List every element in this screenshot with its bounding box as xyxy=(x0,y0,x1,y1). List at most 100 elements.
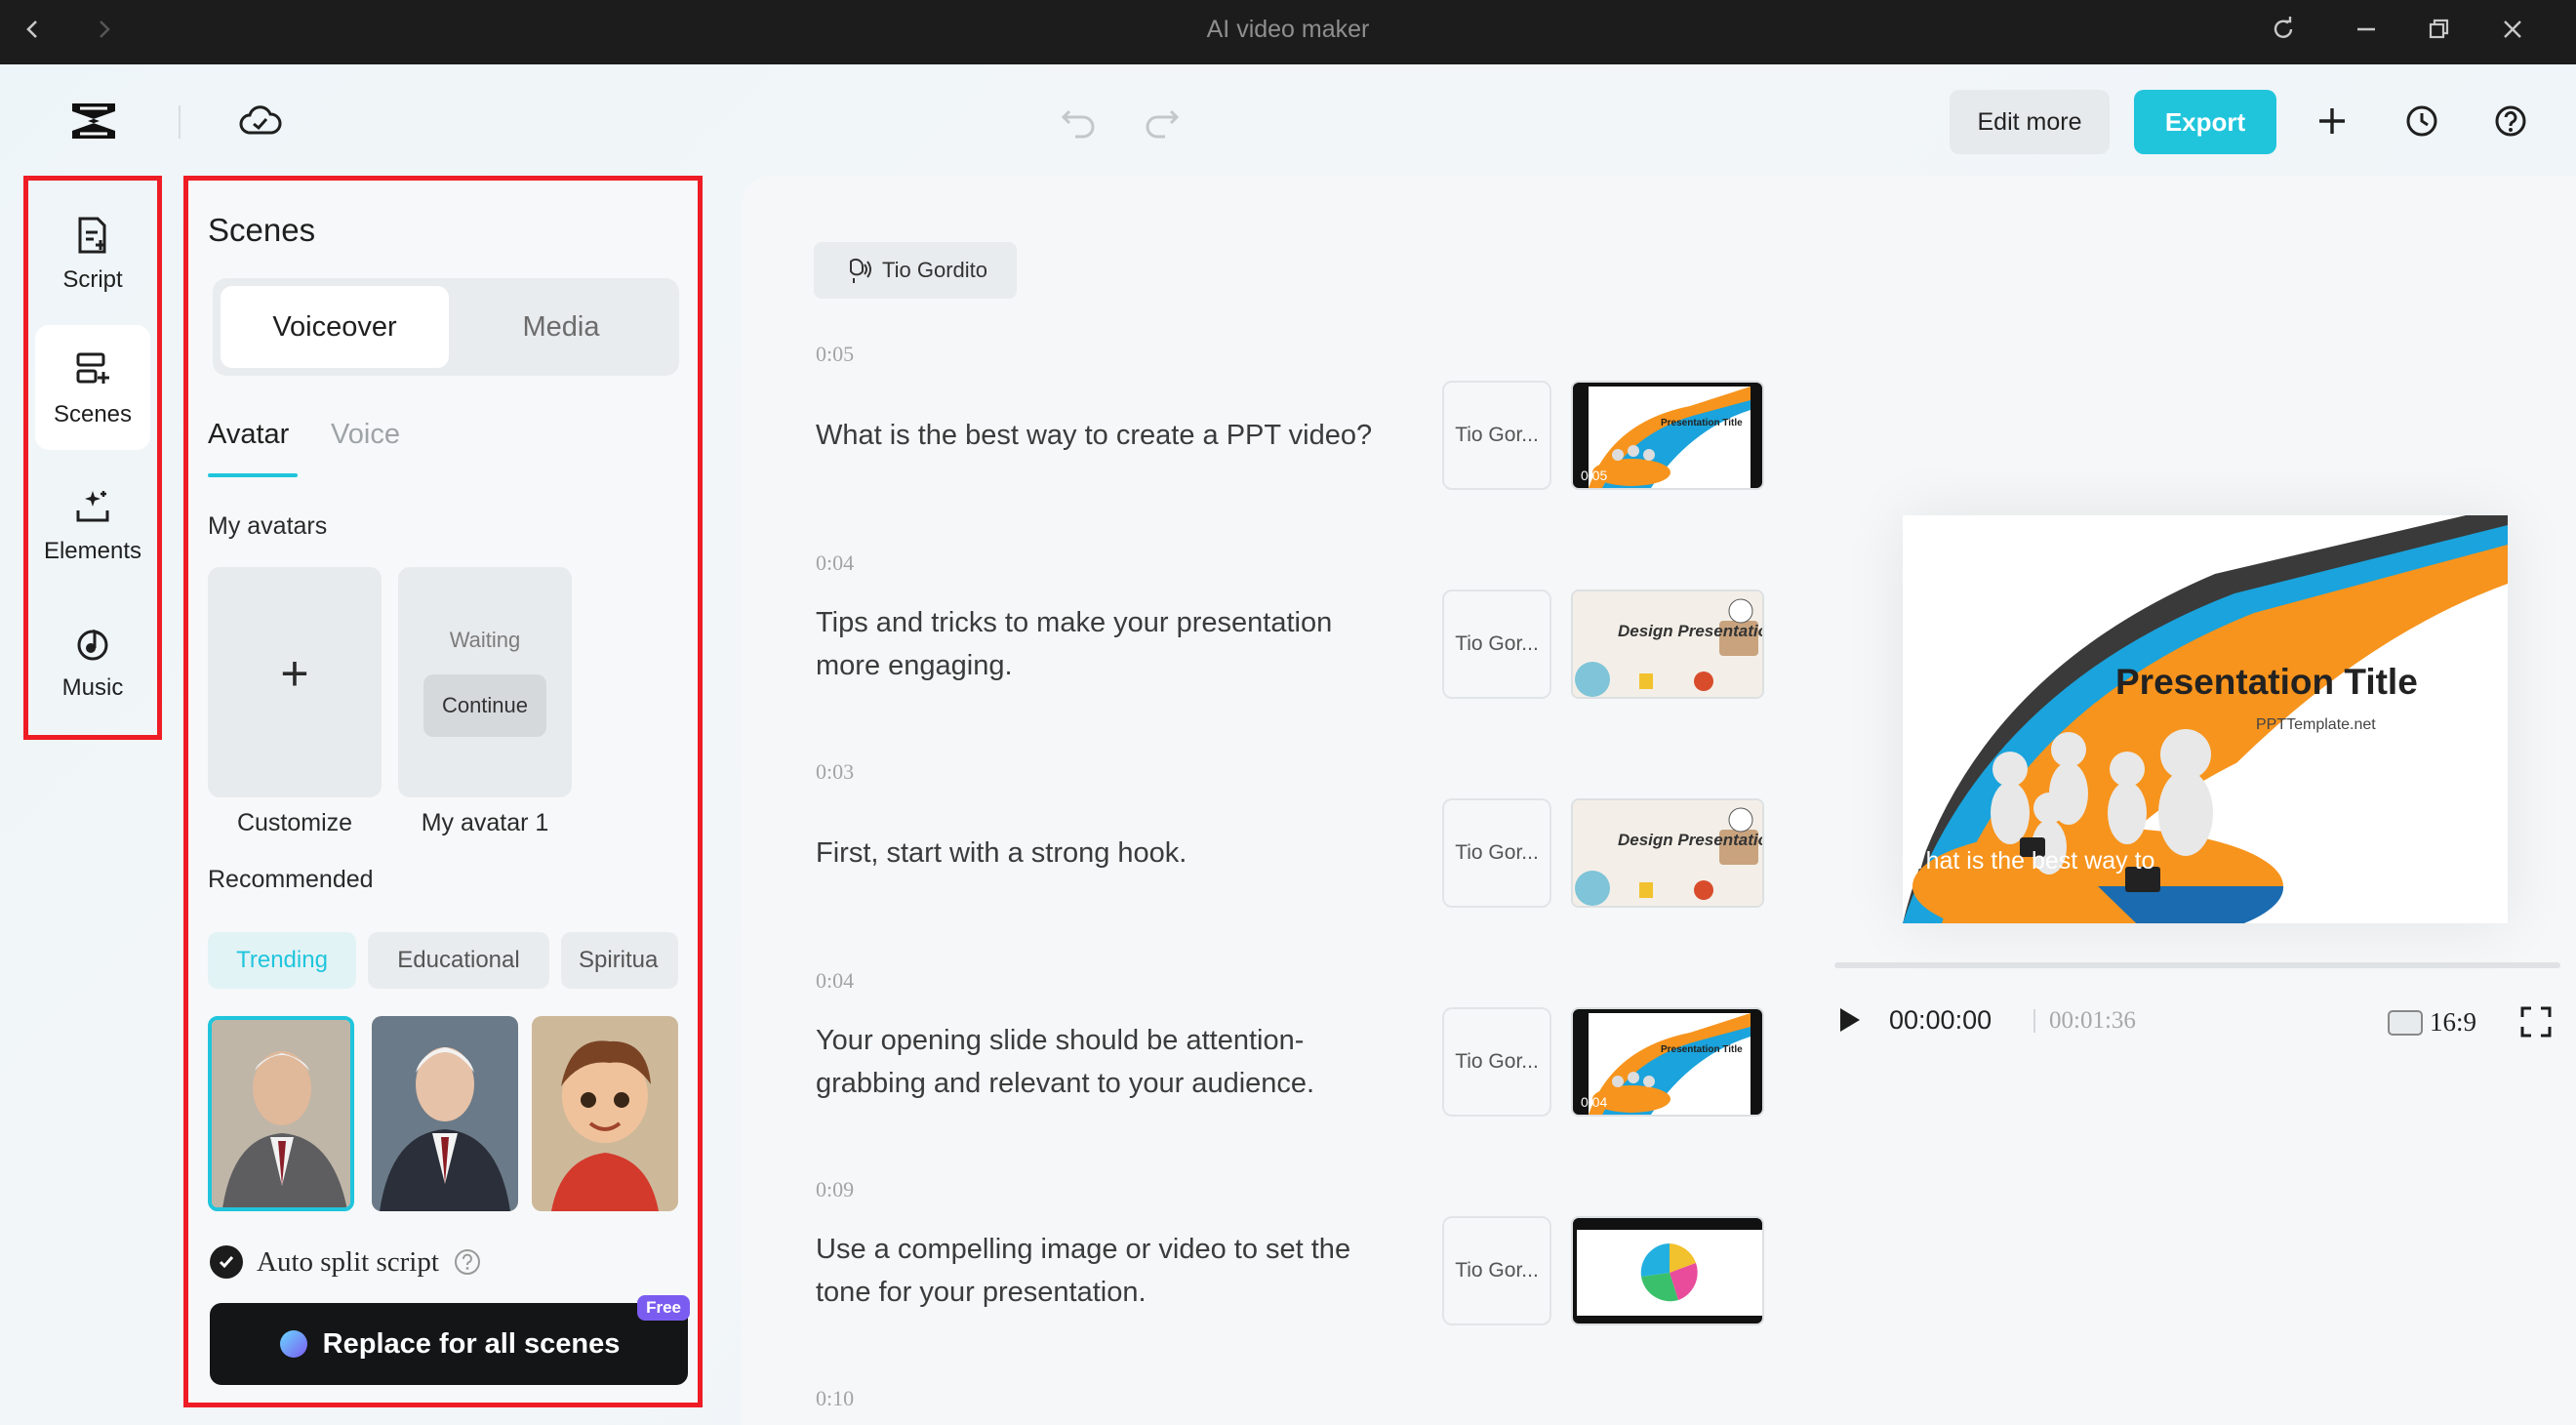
rail-item-music[interactable]: Music xyxy=(35,598,150,723)
replace-for-all-scenes-button[interactable]: Replace for all scenes Free xyxy=(210,1295,690,1385)
scene-duration: 0:09 xyxy=(816,1177,855,1201)
total-duration: 00:01:36 xyxy=(2049,1007,2136,1034)
add-icon[interactable] xyxy=(2311,100,2354,142)
window-titlebar: AI video maker xyxy=(0,0,2576,64)
slide-title-text: Presentation Title xyxy=(1661,1044,1743,1055)
slide-design-text: Design Presentations xyxy=(1618,831,1764,849)
left-rail-nav: Script Scenes Elements Music xyxy=(23,176,162,740)
capcut-logo-icon[interactable] xyxy=(64,92,123,150)
play-icon[interactable] xyxy=(1834,1005,1864,1039)
avatar-thumb-cartoon-boy[interactable] xyxy=(532,1016,678,1211)
chip-spiritual[interactable]: Spiritua xyxy=(561,932,678,989)
rail-item-script[interactable]: Script xyxy=(35,190,150,315)
chip-educational[interactable]: Educational xyxy=(368,932,549,989)
export-button[interactable]: Export xyxy=(2134,90,2276,154)
scene-thumbnail[interactable]: Presentation Title 0:04 xyxy=(1571,1007,1764,1117)
plus-icon: + xyxy=(280,646,309,701)
slide-time-text: 0:05 xyxy=(1581,468,1607,483)
preview-slide-title: Presentation Title xyxy=(2115,662,2418,702)
customize-label: Customize xyxy=(236,809,353,836)
history-icon[interactable] xyxy=(2400,100,2443,142)
auto-split-label: Auto split script xyxy=(257,1245,439,1278)
toolbar-divider xyxy=(179,105,181,139)
checkbox-checked-icon[interactable] xyxy=(210,1245,243,1279)
undo-icon[interactable] xyxy=(1058,98,1101,141)
scene-script-text[interactable]: Your opening slide should be attention-g… xyxy=(816,1019,1401,1105)
video-preview[interactable]: Presentation Title PPTTemplate.net What … xyxy=(1903,515,2508,923)
preview-slide-subtitle: PPTTemplate.net xyxy=(2256,716,2376,733)
scenes-panel: Scenes Voiceover Media Avatar Voice My a… xyxy=(183,176,703,1407)
scene-voice-selector[interactable]: Tio Gor... xyxy=(1442,1007,1551,1117)
help-icon[interactable] xyxy=(2489,100,2532,142)
scene-thumbnail[interactable]: Design Presentations xyxy=(1571,798,1764,908)
replace-button-label: Replace for all scenes xyxy=(322,1327,621,1360)
current-time: 00:00:00 xyxy=(1889,1005,1992,1035)
free-badge: Free xyxy=(637,1295,690,1321)
scene-duration: 0:10 xyxy=(816,1386,855,1410)
auto-split-row[interactable]: Auto split script xyxy=(210,1244,482,1280)
scene-thumbnail[interactable] xyxy=(1571,1216,1764,1325)
subtab-active-underline xyxy=(208,473,298,477)
my-avatar-1-card[interactable]: Waiting Continue xyxy=(398,567,572,797)
avatar-thumb-elderly-man[interactable] xyxy=(208,1016,354,1211)
reload-icon[interactable] xyxy=(2262,10,2305,49)
scene-duration: 0:03 xyxy=(816,759,855,784)
time-divider xyxy=(2033,1009,2035,1033)
edit-more-button[interactable]: Edit more xyxy=(1950,90,2110,154)
scene-voice-selector[interactable]: Tio Gor... xyxy=(1442,590,1551,699)
scene-voice-selector[interactable]: Tio Gor... xyxy=(1442,381,1551,490)
chip-trending[interactable]: Trending xyxy=(208,932,356,989)
rail-item-elements[interactable]: Elements xyxy=(35,462,150,587)
scene-script-text[interactable]: Use a compelling image or video to set t… xyxy=(816,1228,1401,1314)
rail-label-music: Music xyxy=(61,674,124,701)
ai-orb-icon xyxy=(279,1330,307,1358)
rail-label-elements: Elements xyxy=(43,538,142,564)
avatar-status: Waiting xyxy=(449,628,521,652)
cloud-sync-icon[interactable] xyxy=(236,98,283,144)
speaker-name: Tio Gordito xyxy=(881,258,987,282)
recommended-heading: Recommended xyxy=(208,866,374,893)
customize-avatar-card[interactable]: + xyxy=(208,567,382,797)
subtab-voice[interactable]: Voice xyxy=(331,419,400,451)
redo-icon[interactable] xyxy=(1140,98,1183,141)
elements-icon xyxy=(76,491,109,522)
voice-speaker-icon xyxy=(849,258,871,283)
rail-label-script: Script xyxy=(62,266,123,293)
voiceover-media-toggle: Voiceover Media xyxy=(213,278,679,376)
scene-script-text[interactable]: What is the best way to create a PPT vid… xyxy=(816,414,1401,457)
scene-thumbnail[interactable]: Design Presentations xyxy=(1571,590,1764,699)
scene-thumbnail[interactable]: Presentation Title 0:05 xyxy=(1571,381,1764,490)
tab-voiceover[interactable]: Voiceover xyxy=(221,286,449,368)
rail-item-scenes[interactable]: Scenes xyxy=(35,325,150,450)
music-icon xyxy=(77,629,108,661)
aspect-ratio-label[interactable]: 16:9 xyxy=(2430,1007,2476,1038)
aspect-ratio-icon[interactable] xyxy=(2387,1009,2424,1041)
script-icon xyxy=(78,217,106,254)
my-avatar-1-label: My avatar 1 xyxy=(421,809,549,836)
scene-voice-selector[interactable]: Tio Gor... xyxy=(1442,798,1551,908)
minimize-icon[interactable] xyxy=(2345,10,2388,49)
rail-label-scenes: Scenes xyxy=(53,401,133,428)
avatar-thumb-senior-man[interactable] xyxy=(372,1016,518,1211)
playback-progress-bar[interactable] xyxy=(1834,962,2560,968)
scene-script-text[interactable]: First, start with a strong hook. xyxy=(816,832,1401,875)
scenes-icon xyxy=(76,352,109,384)
script-editor-area: Tio Gordito 0:05 What is the best way to… xyxy=(742,176,2576,1425)
window-title: AI video maker xyxy=(1206,16,1370,43)
playback-controls: 00:00:00 00:01:36 16:9 xyxy=(1834,996,2560,1044)
slide-design-text: Design Presentations xyxy=(1618,622,1764,640)
continue-button[interactable]: Continue xyxy=(423,674,546,737)
scene-duration: 0:04 xyxy=(816,968,855,993)
scene-voice-selector[interactable]: Tio Gor... xyxy=(1442,1216,1551,1325)
subtab-avatar[interactable]: Avatar xyxy=(208,419,289,451)
scene-script-text[interactable]: Tips and tricks to make your presentatio… xyxy=(816,601,1401,687)
slide-title-text: Presentation Title xyxy=(1661,418,1743,428)
close-icon[interactable] xyxy=(2491,10,2534,49)
help-circle-icon[interactable] xyxy=(453,1247,482,1277)
panel-title: Scenes xyxy=(208,212,316,248)
my-avatars-heading: My avatars xyxy=(208,512,328,540)
fullscreen-icon[interactable] xyxy=(2519,1005,2553,1043)
speaker-chip[interactable]: Tio Gordito xyxy=(814,242,1017,299)
restore-icon[interactable] xyxy=(2418,10,2461,49)
tab-media[interactable]: Media xyxy=(447,286,675,368)
